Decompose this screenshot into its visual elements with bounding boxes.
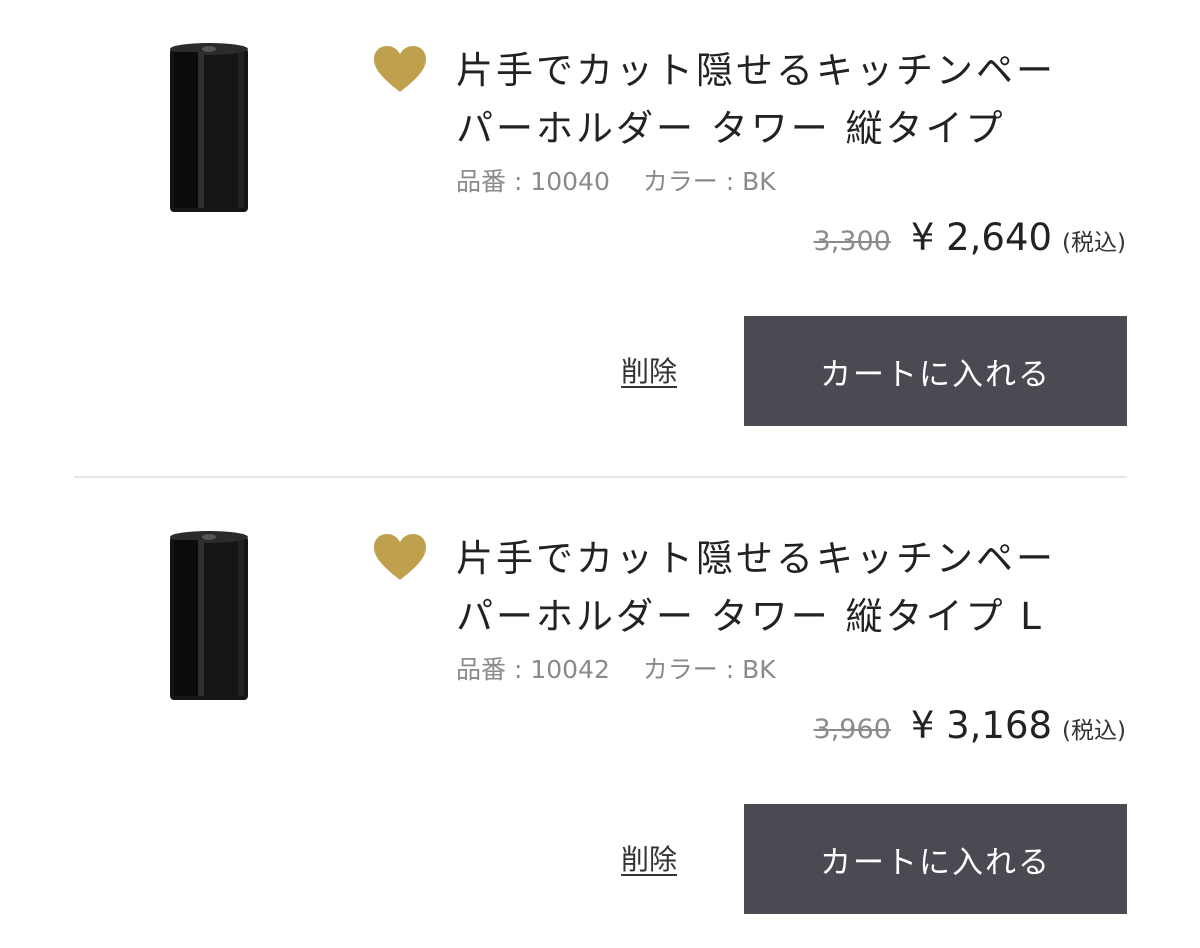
- product-meta: 品番 : 10042 カラー : BK: [456, 655, 776, 684]
- product-image[interactable]: [158, 40, 258, 215]
- heart-icon[interactable]: [372, 532, 428, 582]
- product-title[interactable]: 片手でカット隠せるキッチンペー パーホルダー タワー 縦タイプ L: [456, 530, 1136, 646]
- sale-price: ¥ 2,640: [910, 216, 1053, 259]
- product-title[interactable]: 片手でカット隠せるキッチンペー パーホルダー タワー 縦タイプ: [456, 42, 1136, 158]
- original-price: 3,300: [813, 226, 891, 257]
- product-title-line-1: 片手でカット隠せるキッチンペー: [456, 537, 1056, 580]
- price-row: 3,300 ¥ 2,640 (税込): [814, 216, 1126, 259]
- item-divider: [74, 476, 1127, 478]
- delete-link[interactable]: 削除: [621, 838, 677, 878]
- cart-item: 片手でカット隠せるキッチンペー パーホルダー タワー 縦タイプ 品番 : 100…: [0, 0, 1200, 478]
- heart-icon[interactable]: [372, 44, 428, 94]
- delete-link[interactable]: 削除: [621, 350, 677, 390]
- original-price: 3,960: [813, 714, 891, 745]
- add-to-cart-button[interactable]: カートに入れる: [744, 316, 1127, 426]
- tax-label: (税込): [1062, 718, 1126, 744]
- add-to-cart-button[interactable]: カートに入れる: [744, 804, 1127, 914]
- product-title-line-1: 片手でカット隠せるキッチンペー: [456, 49, 1056, 92]
- cart-item: 片手でカット隠せるキッチンペー パーホルダー タワー 縦タイプ L 品番 : 1…: [0, 488, 1200, 948]
- tax-label: (税込): [1062, 230, 1126, 256]
- price-row: 3,960 ¥ 3,168 (税込): [814, 704, 1126, 747]
- product-meta: 品番 : 10040 カラー : BK: [456, 167, 776, 196]
- sale-price: ¥ 3,168: [910, 704, 1053, 747]
- product-title-line-2: パーホルダー タワー 縦タイプ L: [456, 595, 1044, 638]
- product-image[interactable]: [158, 528, 258, 703]
- product-title-line-2: パーホルダー タワー 縦タイプ: [456, 107, 1006, 150]
